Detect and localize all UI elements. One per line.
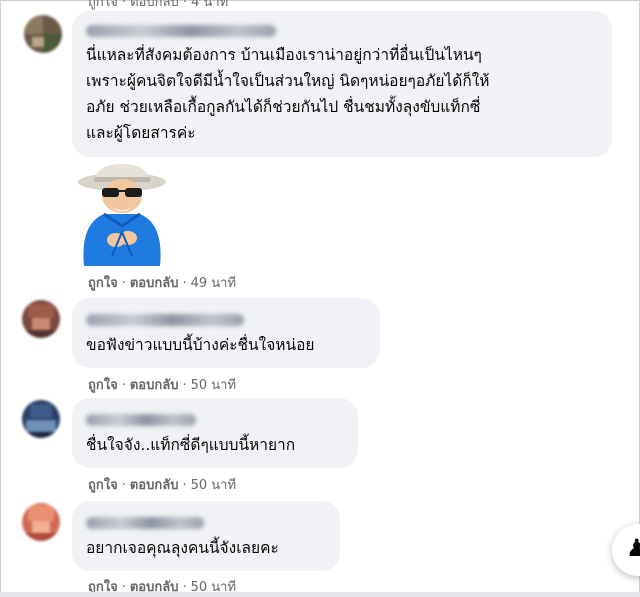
avatar[interactable] (22, 503, 60, 541)
bottom-divider (0, 592, 640, 597)
comment-text: ขอฟังข่าวแบบนี้บ้างค่ะชื่นใจหน่อย (86, 336, 315, 354)
comment-bubble: ชื่นใจจัง..แท็กซี่ดีๆแบบนี้หายาก (72, 398, 358, 468)
person-icon: ♟ (626, 534, 640, 562)
comment-text: อยากเจอคุณลุงคนนี้จังเลยคะ (86, 539, 279, 557)
comment-bubble: นี่แหละที่สังคมต้องการ บ้านเมืองเราน่าอย… (72, 11, 612, 157)
comment-time[interactable]: 49 นาที (191, 276, 236, 291)
reply-link[interactable]: ตอบกลับ (130, 276, 179, 291)
comment-text: ชื่นใจจัง..แท็กซี่ดีๆแบบนี้หายาก (86, 436, 296, 454)
comment-time[interactable]: 50 นาที (191, 478, 236, 493)
commenter-name-blurred[interactable] (86, 414, 196, 426)
avatar[interactable] (22, 400, 60, 438)
avatar[interactable] (24, 15, 62, 53)
commenter-name-blurred[interactable] (86, 517, 204, 529)
comment-actions: ถูกใจ · ตอบกลับ · 49 นาที (88, 276, 237, 291)
commenter-name-blurred[interactable] (86, 25, 276, 37)
like-link[interactable]: ถูกใจ (88, 478, 118, 493)
reply-link[interactable]: ตอบกลับ (130, 478, 179, 493)
comment-actions: ถูกใจ · ตอบกลับ · 50 นาที (88, 478, 237, 493)
like-link[interactable]: ถูกใจ (88, 276, 118, 291)
like-link[interactable]: ถูกใจ (88, 378, 118, 393)
comment-time[interactable]: 50 นาที (191, 378, 236, 393)
comment-bubble: ขอฟังข่าวแบบนี้บ้างค่ะชื่นใจหน่อย (72, 298, 380, 368)
comment-actions: ถูกใจ · ตอบกลับ · 50 นาที (88, 378, 237, 393)
commenter-name-blurred[interactable] (86, 314, 244, 326)
avatar[interactable] (22, 300, 60, 338)
comment-text: นี่แหละที่สังคมต้องการ บ้านเมืองเราน่าอย… (86, 46, 490, 142)
old-man-clapping-sticker (78, 164, 166, 266)
floating-action-button[interactable]: ♟ (612, 524, 640, 576)
reply-link[interactable]: ตอบกลับ (130, 378, 179, 393)
comment-bubble: อยากเจอคุณลุงคนนี้จังเลยคะ (72, 501, 340, 571)
